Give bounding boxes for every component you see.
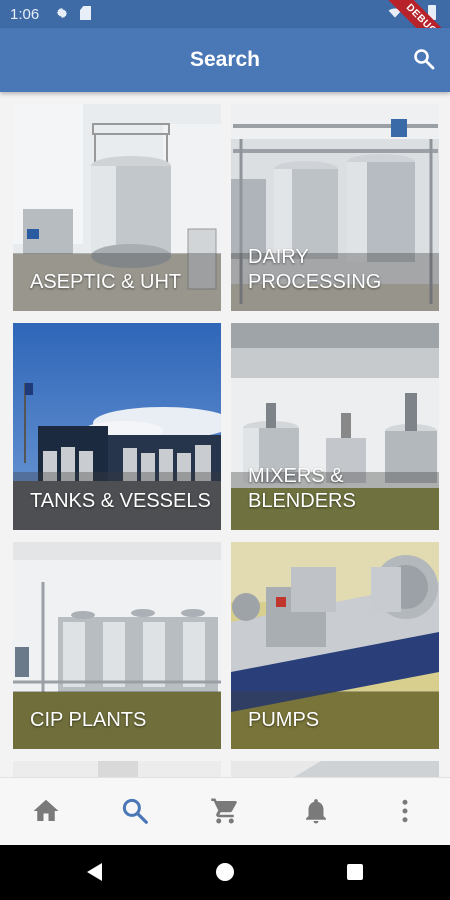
category-tile-mixers-blenders[interactable]: MIXERS & BLENDERS — [231, 323, 439, 530]
cart-icon[interactable] — [210, 796, 240, 826]
category-grid: ASEPTIC & UHT DAIRY PROCESSING TANKS & V… — [0, 92, 450, 777]
more-vert-icon[interactable] — [390, 796, 420, 826]
category-tile-partial[interactable] — [13, 761, 221, 777]
partial-photo — [231, 761, 439, 777]
category-label: DAIRY PROCESSING — [248, 246, 382, 293]
category-tile-dairy-processing[interactable]: DAIRY PROCESSING — [231, 104, 439, 311]
bottom-navigation — [0, 777, 450, 845]
search-icon[interactable] — [412, 46, 436, 72]
category-tile-tanks-vessels[interactable]: TANKS & VESSELS — [13, 323, 221, 530]
recent-apps-icon[interactable] — [347, 864, 363, 880]
category-tile-cip-plants[interactable]: CIP PLANTS — [13, 542, 221, 749]
sd-card-icon — [80, 6, 91, 20]
app-bar: Search — [0, 28, 450, 92]
home-icon[interactable] — [31, 796, 61, 826]
back-icon[interactable] — [87, 863, 102, 881]
search-icon[interactable] — [120, 796, 150, 826]
category-label: ASEPTIC & UHT — [30, 271, 182, 293]
debug-banner: DEBUG — [375, 0, 450, 28]
category-label: PUMPS — [248, 709, 320, 731]
page-title: Search — [189, 48, 261, 71]
system-navigation-bar — [0, 845, 450, 900]
category-label: MIXERS & BLENDERS — [248, 465, 356, 512]
system-home-icon[interactable] — [216, 863, 234, 881]
category-tile-aseptic-uht[interactable]: ASEPTIC & UHT — [13, 104, 221, 311]
category-tile-pumps[interactable]: PUMPS — [231, 542, 439, 749]
bell-icon[interactable] — [301, 796, 331, 826]
category-tile-partial[interactable] — [231, 761, 439, 777]
status-bar: 1:06 DEBUG — [0, 0, 450, 28]
category-label: TANKS & VESSELS — [30, 490, 211, 512]
status-time: 1:06 — [10, 6, 40, 23]
gear-icon — [56, 7, 68, 19]
category-label: CIP PLANTS — [30, 709, 147, 731]
partial-photo — [13, 761, 221, 777]
